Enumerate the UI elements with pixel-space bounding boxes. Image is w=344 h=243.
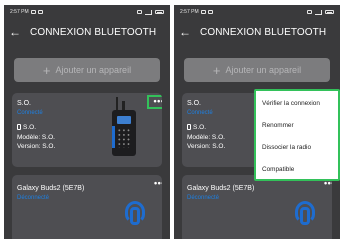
screen-left: 2:57 PM ← CONNEXION BLUETOOTH + Ajouter … bbox=[4, 5, 170, 239]
device-model: Modèle: S.O. bbox=[187, 134, 225, 141]
menu-item-rename[interactable]: Renommer bbox=[262, 122, 294, 129]
earbuds-icon bbox=[122, 199, 148, 227]
add-device-button[interactable]: + Ajouter un appareil bbox=[14, 58, 160, 82]
device-version: Version: S.O. bbox=[187, 143, 226, 150]
plus-icon: + bbox=[212, 62, 221, 78]
device-status: Connecté bbox=[17, 110, 43, 116]
more-options-button[interactable]: ••• bbox=[147, 95, 162, 109]
device-status: Déconnecté bbox=[17, 195, 50, 201]
device-card-buds[interactable]: Galaxy Buds2 (5E7B) Déconnecté ••• bbox=[12, 175, 162, 239]
device-name: S.O. bbox=[17, 100, 32, 107]
add-device-label: Ajouter un appareil bbox=[225, 65, 302, 75]
menu-item-compatible[interactable]: Compatible bbox=[262, 166, 294, 173]
battery-icon bbox=[325, 10, 334, 14]
device-card-radio[interactable]: S.O. Connecté S.O. Modèle: S.O. Version:… bbox=[12, 93, 162, 167]
plus-icon: + bbox=[42, 62, 51, 78]
screen-right: 2:57 PM ← CONNEXION BLUETOOTH + Ajouter … bbox=[174, 5, 340, 239]
battery-icon bbox=[155, 10, 164, 14]
back-arrow-icon[interactable]: ← bbox=[6, 25, 24, 39]
back-arrow-icon[interactable]: ← bbox=[176, 25, 194, 39]
signal-icon bbox=[145, 9, 152, 15]
battery-icon bbox=[187, 124, 191, 130]
more-options-button[interactable]: ••• bbox=[154, 179, 162, 188]
notification-icon bbox=[200, 10, 206, 14]
device-status: Connecté bbox=[187, 110, 213, 116]
time: 2:57 PM bbox=[10, 9, 29, 15]
add-device-label: Ajouter un appareil bbox=[55, 65, 132, 75]
device-battery: S.O. bbox=[17, 124, 36, 131]
device-version: Version: S.O. bbox=[17, 143, 56, 150]
menu-item-unpair-radio[interactable]: Dissocier la radio bbox=[262, 144, 311, 151]
radio-device-image bbox=[110, 97, 144, 159]
device-name: Galaxy Buds2 (5E7B) bbox=[17, 185, 85, 192]
device-status: Déconnecté bbox=[187, 195, 220, 201]
time: 2:57 PM bbox=[180, 9, 199, 15]
earbuds-icon bbox=[292, 199, 318, 227]
notification-icon bbox=[30, 10, 36, 14]
status-bar: 2:57 PM bbox=[4, 5, 170, 19]
context-menu: Vérifier la connexion Renommer Dissocier… bbox=[254, 89, 340, 181]
device-model: Modèle: S.O. bbox=[17, 134, 55, 141]
app-bar: ← CONNEXION BLUETOOTH bbox=[174, 22, 340, 42]
signal-icon bbox=[315, 9, 322, 15]
status-bar: 2:57 PM bbox=[174, 5, 340, 19]
add-device-button[interactable]: + Ajouter un appareil bbox=[184, 58, 330, 82]
page-title: CONNEXION BLUETOOTH bbox=[30, 26, 157, 38]
page-title: CONNEXION BLUETOOTH bbox=[200, 26, 327, 38]
app-bar: ← CONNEXION BLUETOOTH bbox=[4, 22, 170, 42]
device-name: S.O. bbox=[187, 100, 202, 107]
battery-icon bbox=[17, 124, 21, 130]
device-battery: S.O. bbox=[187, 124, 206, 131]
menu-item-check-connection[interactable]: Vérifier la connexion bbox=[262, 100, 320, 107]
notification-icon bbox=[207, 10, 213, 14]
notification-icon bbox=[37, 10, 43, 14]
device-name: Galaxy Buds2 (5E7B) bbox=[187, 185, 255, 192]
device-card-buds[interactable]: Galaxy Buds2 (5E7B) Déconnecté ••• bbox=[182, 175, 332, 239]
vibrate-icon bbox=[137, 10, 142, 14]
vibrate-icon bbox=[307, 10, 312, 14]
